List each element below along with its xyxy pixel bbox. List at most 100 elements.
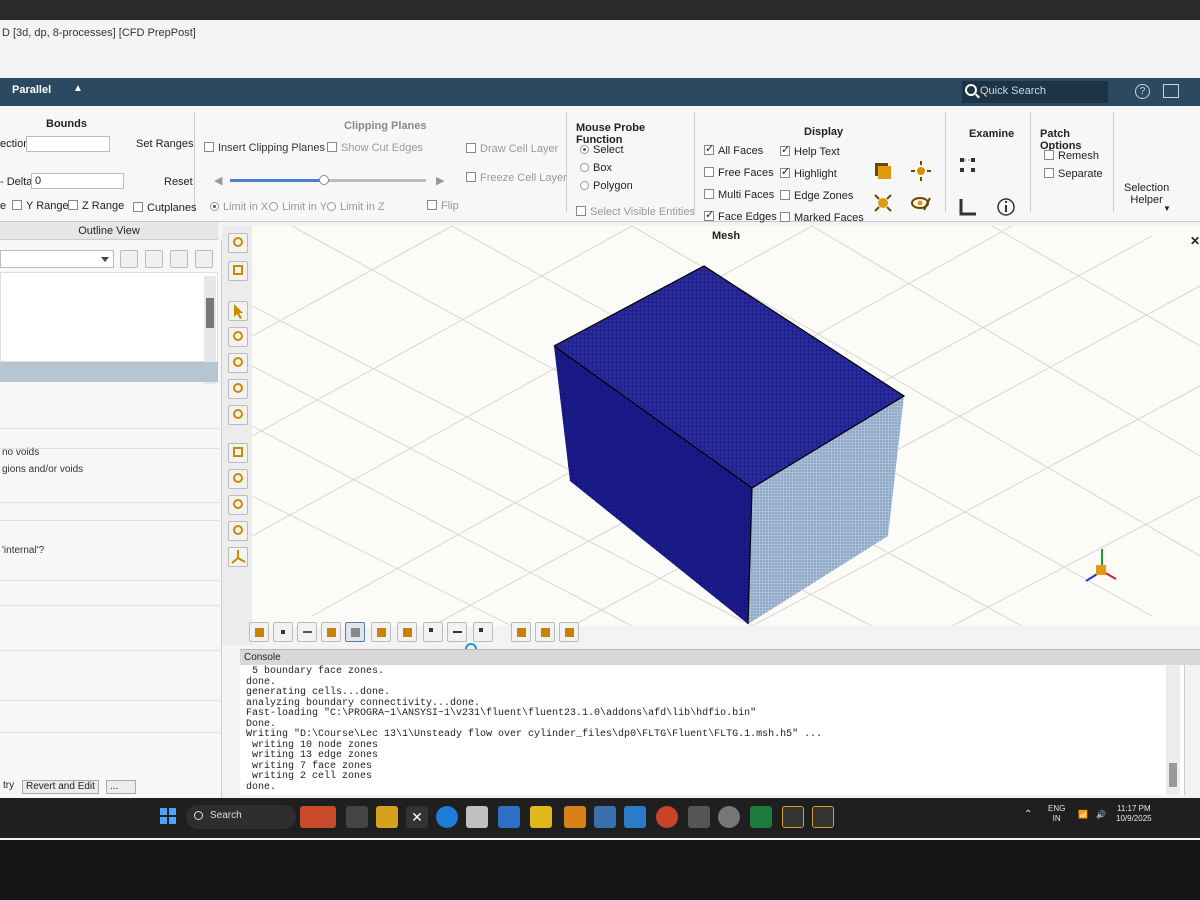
- edge-zones-checkbox[interactable]: Edge Zones: [780, 190, 853, 202]
- fluent-icon[interactable]: [812, 806, 834, 828]
- workbench-icon[interactable]: [564, 806, 586, 828]
- zoom-tool[interactable]: [228, 405, 248, 425]
- marked-faces-checkbox[interactable]: Marked Faces: [780, 212, 864, 224]
- settings-icon[interactable]: [718, 806, 740, 828]
- probe-box-radio[interactable]: Box: [580, 162, 612, 174]
- examine-nodes-icon[interactable]: [957, 154, 979, 176]
- filter-node-tool[interactable]: [273, 622, 293, 642]
- display-lights-icon[interactable]: [910, 160, 932, 182]
- freeze-cell-layer-checkbox[interactable]: Freeze Cell Layer: [466, 172, 567, 184]
- mesh-display-tool[interactable]: [228, 233, 248, 253]
- widgets-icon[interactable]: [300, 806, 336, 828]
- refresh-button[interactable]: [170, 250, 188, 268]
- rotate-tool[interactable]: [228, 327, 248, 347]
- task-view-icon[interactable]: [346, 806, 368, 828]
- console-output[interactable]: 5 boundary face zones. done. generating ce…: [240, 665, 1185, 795]
- ribbon-expand-icon[interactable]: ▼: [1163, 204, 1171, 213]
- spaceclaim-icon[interactable]: [782, 806, 804, 828]
- outline-tree[interactable]: [0, 272, 218, 362]
- filter-nodes-group-tool[interactable]: [423, 622, 443, 642]
- app-icon[interactable]: [466, 806, 488, 828]
- language-indicator[interactable]: ENG IN: [1048, 804, 1065, 824]
- filter-network-tool[interactable]: [559, 622, 579, 642]
- show-cut-edges-checkbox[interactable]: Show Cut Edges: [327, 142, 423, 154]
- separate-checkbox[interactable]: Separate: [1044, 168, 1103, 180]
- app-icon[interactable]: [688, 806, 710, 828]
- outline-filter-dropdown[interactable]: [0, 250, 114, 268]
- selection-helper-button[interactable]: Selection Helper: [1124, 182, 1169, 206]
- clipping-slider-thumb[interactable]: [319, 175, 330, 185]
- open-folder-button[interactable]: [120, 250, 138, 268]
- help-circle-button[interactable]: [195, 250, 213, 268]
- slider-right-arrow[interactable]: ▶: [436, 174, 444, 187]
- filter-edge-tool[interactable]: [297, 622, 317, 642]
- x-app-icon[interactable]: ✕: [406, 806, 428, 828]
- calculator-icon[interactable]: [498, 806, 520, 828]
- view-tool[interactable]: [228, 261, 248, 281]
- file-explorer-icon[interactable]: [376, 806, 398, 828]
- probe-polygon-radio[interactable]: Polygon: [580, 180, 633, 192]
- display-color-icon[interactable]: [872, 160, 894, 182]
- axes-tool[interactable]: [228, 547, 248, 567]
- wifi-icon[interactable]: 📶: [1078, 810, 1088, 820]
- powerpoint-icon[interactable]: [656, 806, 678, 828]
- excel-icon[interactable]: [750, 806, 772, 828]
- y-range-checkbox[interactable]: Y Range: [12, 200, 69, 212]
- volume-icon[interactable]: 🔊: [1096, 810, 1106, 820]
- mesh-box[interactable]: [553, 265, 906, 625]
- zoom-in-tool[interactable]: [228, 469, 248, 489]
- probe-tool[interactable]: [228, 443, 248, 463]
- select-visible-entities-checkbox[interactable]: Select Visible Entities: [576, 206, 695, 218]
- examine-measure-icon[interactable]: [957, 196, 979, 218]
- selection-field[interactable]: [26, 136, 110, 152]
- pan-tool[interactable]: [228, 353, 248, 373]
- insert-clipping-planes-checkbox[interactable]: Insert Clipping Planes: [204, 142, 325, 154]
- scrollbar-thumb[interactable]: [206, 298, 214, 328]
- filter-volume-tool[interactable]: [535, 622, 555, 642]
- display-options-icon[interactable]: [872, 192, 894, 214]
- clock[interactable]: 11:17 PM 10/9/2025: [1116, 804, 1152, 824]
- delta-field[interactable]: 0: [31, 173, 124, 189]
- flip-checkbox[interactable]: Flip: [427, 200, 459, 212]
- sticky-notes-icon[interactable]: [530, 806, 552, 828]
- zoom-fit-tool[interactable]: [228, 521, 248, 541]
- window-layout-button[interactable]: [1163, 84, 1179, 98]
- zoom-out-tool[interactable]: [228, 495, 248, 515]
- windows-start-icon[interactable]: [160, 808, 176, 824]
- free-faces-checkbox[interactable]: Free Faces: [704, 167, 774, 179]
- z-range-checkbox[interactable]: Z Range: [68, 200, 124, 212]
- filter-face-tool[interactable]: [321, 622, 341, 642]
- collapse-ribbon-icon[interactable]: ▲: [73, 83, 83, 94]
- draw-cell-layer-checkbox[interactable]: Draw Cell Layer: [466, 143, 558, 155]
- filter-zone-tool[interactable]: [345, 622, 365, 642]
- help-button[interactable]: ?: [1135, 84, 1150, 99]
- limit-y-radio[interactable]: Limit in Y: [269, 201, 327, 213]
- slider-left-arrow[interactable]: ◀: [214, 174, 222, 187]
- edge-browser-icon[interactable]: [436, 806, 458, 828]
- outline-selected-row[interactable]: [0, 362, 218, 382]
- filter-cell-tool[interactable]: [371, 622, 391, 642]
- display-visibility-icon[interactable]: [910, 192, 932, 214]
- save-button[interactable]: [145, 250, 163, 268]
- highlight-checkbox[interactable]: Highlight: [780, 165, 837, 180]
- filter-object-tool[interactable]: [397, 622, 417, 642]
- face-edges-checkbox[interactable]: Face Edges: [704, 208, 777, 223]
- multi-faces-checkbox[interactable]: Multi Faces: [704, 189, 774, 201]
- reset-button[interactable]: Reset: [164, 176, 193, 188]
- limit-x-radio[interactable]: Limit in X: [210, 201, 268, 213]
- remesh-checkbox[interactable]: Remesh: [1044, 150, 1099, 162]
- close-icon[interactable]: ✕: [1190, 234, 1200, 248]
- revert-and-edit-button[interactable]: Revert and Edit: [22, 780, 99, 794]
- help-text-checkbox[interactable]: Help Text: [780, 143, 840, 158]
- retry-button[interactable]: try: [0, 780, 17, 794]
- more-options-button[interactable]: ...: [106, 780, 136, 794]
- gallery-icon[interactable]: [624, 806, 646, 828]
- all-faces-checkbox[interactable]: All Faces: [704, 142, 763, 157]
- orbit-tool[interactable]: [228, 379, 248, 399]
- filter-edge-nodes-tool[interactable]: [447, 622, 467, 642]
- menu-parallel[interactable]: Parallel: [12, 84, 51, 96]
- select-pointer-tool[interactable]: [228, 301, 248, 321]
- info-icon[interactable]: [995, 196, 1017, 218]
- filter-points-tool[interactable]: [249, 622, 269, 642]
- cutplanes-checkbox[interactable]: Cutplanes: [133, 202, 197, 214]
